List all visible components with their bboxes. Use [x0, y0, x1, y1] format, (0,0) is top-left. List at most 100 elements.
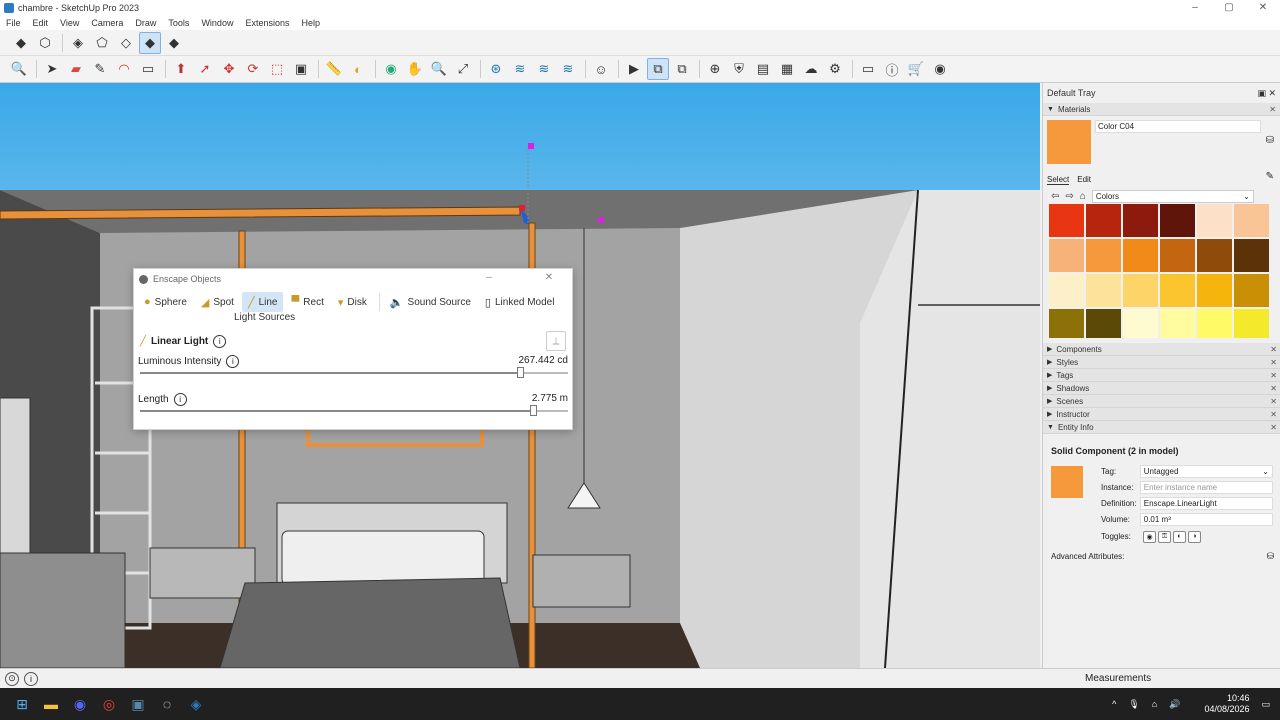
rectangle-icon[interactable]: ▭	[137, 58, 159, 80]
material-preview-swatch[interactable]	[1047, 120, 1091, 164]
menu-tools[interactable]: Tools	[168, 18, 189, 28]
menu-help[interactable]: Help	[301, 18, 320, 28]
sample-paint-icon[interactable]: ✎	[1266, 171, 1274, 182]
tab-select[interactable]: Select	[1047, 175, 1070, 185]
paint-icon[interactable]: ⛁	[1266, 135, 1274, 146]
menu-edit[interactable]: Edit	[33, 18, 49, 28]
tape-measure-icon[interactable]: 📏	[323, 58, 345, 80]
cart-icon[interactable]: 🛒	[905, 58, 927, 80]
color-swatch[interactable]	[1049, 204, 1084, 237]
materials-header[interactable]: ▼ Materials ✕	[1043, 103, 1280, 116]
follow-me-icon[interactable]: ➚	[194, 58, 216, 80]
intensity-slider[interactable]	[140, 367, 568, 378]
lock-toggle-icon[interactable]: ⚿	[1158, 530, 1171, 543]
user-icon[interactable]: ◉	[929, 58, 951, 80]
account-icon[interactable]: ☺	[590, 58, 612, 80]
upload-icon[interactable]: ☁	[800, 58, 822, 80]
windows-start-icon[interactable]: ⊞	[8, 690, 36, 718]
color-swatch[interactable]	[1197, 204, 1232, 237]
back-arrow-icon[interactable]: ⇦	[1051, 191, 1059, 202]
info-icon[interactable]: i	[226, 355, 240, 368]
select-icon[interactable]: ➤	[41, 58, 63, 80]
menu-view[interactable]: View	[60, 18, 79, 28]
menu-camera[interactable]: Camera	[91, 18, 123, 28]
minimize-button[interactable]: –	[1178, 0, 1212, 15]
steam-icon[interactable]: ◌	[153, 690, 181, 718]
material-editor-icon[interactable]: ▤	[752, 58, 774, 80]
dialog-close-button[interactable]: ✕	[534, 272, 564, 283]
tab-rect[interactable]: ▀ Rect	[285, 292, 329, 312]
color-swatch[interactable]	[1160, 239, 1195, 272]
color-swatch[interactable]	[1086, 274, 1121, 307]
tab-sphere[interactable]: ● Sphere	[138, 292, 193, 312]
length-value[interactable]: 2.775 m	[532, 393, 568, 404]
tab-edit[interactable]: Edit	[1077, 175, 1091, 185]
dialog-minimize-button[interactable]: –	[474, 272, 504, 283]
enscape-sync-icon[interactable]: ⧉	[671, 58, 693, 80]
capture-icon[interactable]: ▭	[857, 58, 879, 80]
entity-material-swatch[interactable]	[1051, 466, 1083, 498]
advanced-attributes-icon[interactable]: ⛁	[1266, 551, 1274, 562]
extension-manager-icon[interactable]: ≋	[557, 58, 579, 80]
app-icon[interactable]: ▣	[124, 690, 152, 718]
color-swatch[interactable]	[1123, 309, 1158, 338]
push-pull-icon[interactable]: ⬆	[170, 58, 192, 80]
length-slider[interactable]	[140, 405, 568, 416]
receive-shadows-toggle-icon[interactable]: ◐	[1173, 530, 1186, 543]
microphone-icon[interactable]: 🎙	[1128, 699, 1139, 710]
zoom-tool-icon[interactable]: 🔍	[428, 58, 450, 80]
extension-warehouse-icon[interactable]: ≋	[509, 58, 531, 80]
color-swatch[interactable]	[1049, 239, 1084, 272]
notifications-icon[interactable]: ▭	[1261, 699, 1270, 710]
info-icon[interactable]: i	[173, 393, 187, 406]
tab-line[interactable]: ╱ Line	[241, 292, 284, 312]
zoom-icon[interactable]: 🔍	[8, 58, 30, 80]
color-swatch[interactable]	[1234, 274, 1269, 307]
tags-header[interactable]: ▶ Tags ✕	[1043, 369, 1280, 382]
menu-extensions[interactable]: Extensions	[245, 18, 289, 28]
arc-icon[interactable]: ◠	[113, 58, 135, 80]
color-swatch[interactable]	[1049, 309, 1084, 338]
library-select[interactable]: Colors ⌄	[1091, 190, 1254, 203]
offset-icon[interactable]: ▣	[290, 58, 312, 80]
enscape-objects-icon[interactable]: ⧉	[647, 58, 669, 80]
color-swatch[interactable]	[1234, 309, 1269, 338]
section-close-icon[interactable]: ✕	[1269, 105, 1276, 114]
tab-linked-model[interactable]: ▯ Linked Model	[479, 292, 561, 312]
dialog-maximize-button[interactable]	[504, 272, 534, 283]
zoom-extents-icon[interactable]: ⤢	[452, 58, 474, 80]
info-icon[interactable]: i	[213, 335, 227, 348]
tab-disk[interactable]: ▾ Disk	[332, 292, 373, 312]
color-swatch[interactable]	[1160, 309, 1195, 338]
sketchup-taskbar-icon[interactable]: ◈	[182, 690, 210, 718]
scale-icon[interactable]: ⬚	[266, 58, 288, 80]
top-view-icon[interactable]: ⬡	[34, 32, 56, 54]
menu-file[interactable]: File	[6, 18, 21, 28]
tag-select[interactable]: Untagged ⌄	[1139, 465, 1273, 478]
enscape-start-icon[interactable]: ▶	[623, 58, 645, 80]
placement-gizmo-icon[interactable]: ⟂	[546, 331, 566, 351]
components-header[interactable]: ▶ Components ✕	[1043, 343, 1280, 356]
iso-view-icon[interactable]: ◆	[10, 32, 32, 54]
geo-location-icon[interactable]: ⊙	[5, 671, 19, 686]
color-swatch[interactable]	[1086, 204, 1121, 237]
network-icon[interactable]: ⌂	[1152, 699, 1157, 709]
intensity-slider-thumb[interactable]	[516, 367, 524, 378]
scenes-header[interactable]: ▶ Scenes ✕	[1043, 395, 1280, 408]
rotate-icon[interactable]: ⟳	[242, 58, 264, 80]
settings-icon[interactable]: ⚙	[824, 58, 846, 80]
color-swatch[interactable]	[1160, 204, 1195, 237]
render-icon[interactable]: ▦	[776, 58, 798, 80]
instructor-header[interactable]: ▶ Instructor ✕	[1043, 408, 1280, 421]
asset-library-icon[interactable]: ⛨	[728, 58, 750, 80]
color-swatch[interactable]	[1086, 309, 1121, 338]
definition-input[interactable]: Enscape.LinearLight	[1139, 497, 1273, 510]
visible-toggle-icon[interactable]: ◉	[1143, 530, 1156, 543]
color-swatch[interactable]	[1197, 309, 1232, 338]
move-icon[interactable]: ✥	[218, 58, 240, 80]
add-icon[interactable]: ⊕	[704, 58, 726, 80]
paint-bucket-icon[interactable]: ◐	[347, 58, 369, 80]
wireframe-icon[interactable]: ⬠	[91, 32, 113, 54]
home-icon[interactable]: ⌂	[1080, 191, 1086, 202]
layout-icon[interactable]: ≋	[533, 58, 555, 80]
